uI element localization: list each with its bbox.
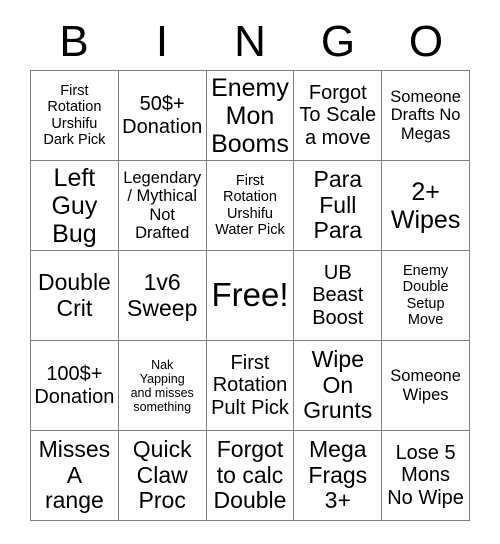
bingo-header-letter-i: I	[155, 17, 169, 66]
bingo-cell-text: Forgot to calc Double	[213, 435, 287, 514]
bingo-cell-text: Misses A range	[38, 435, 111, 514]
bingo-cell-text: Someone Wipes	[390, 367, 461, 404]
bingo-cell-text: 2+ Wipes	[390, 177, 461, 234]
bingo-cell[interactable]: Quick Claw Proc	[118, 431, 207, 521]
bingo-cell-text: Enemy Mon Booms	[211, 73, 289, 158]
bingo-cell-text: Quick Claw Proc	[132, 435, 192, 514]
bingo-grid: First Rotation Urshifu Dark Pick 50$+ Don…	[30, 70, 470, 521]
bingo-cell-text: First Rotation Urshifu Dark Pick	[43, 83, 106, 148]
bingo-cell-text: Someone Drafts No Megas	[390, 87, 461, 143]
bingo-header-letter-g: G	[320, 17, 356, 66]
bingo-cell[interactable]: 1v6 Sweep	[118, 251, 207, 341]
bingo-cell-text: Forgot To Scale a move	[299, 81, 377, 149]
bingo-cell[interactable]: Nak Yapping and misses something	[118, 341, 207, 431]
bingo-cell[interactable]: Misses A range	[31, 431, 119, 521]
bingo-cell-text: Left Guy Bug	[51, 163, 98, 248]
bingo-cell[interactable]: 50$+ Donation	[118, 71, 207, 161]
bingo-header-letter-b: B	[59, 17, 89, 66]
bingo-cell-text: Enemy Double Setup Move	[402, 263, 449, 328]
bingo-cell-text: Legendary / Mythical Not Drafted	[123, 168, 202, 242]
bingo-cell-text: Para Full Para	[313, 165, 363, 244]
bingo-cell[interactable]: Wipe On Grunts	[294, 341, 383, 431]
bingo-cell-text: UB Beast Boost	[312, 261, 364, 329]
bingo-cell-text: 50$+ Donation	[122, 93, 203, 138]
bingo-cell[interactable]: Lose 5 Mons No Wipe	[382, 431, 470, 521]
bingo-cell[interactable]: First Rotation Pult Pick	[206, 341, 295, 431]
bingo-cell[interactable]: Enemy Double Setup Move	[382, 251, 470, 341]
bingo-cell-free[interactable]: Free!	[206, 251, 295, 341]
bingo-cell[interactable]: First Rotation Urshifu Water Pick	[206, 161, 295, 251]
bingo-cell[interactable]: 100$+ Donation	[31, 341, 119, 431]
bingo-cell-text: Free!	[211, 276, 289, 314]
bingo-card: B I N G O First Rotation Urshifu Dark Pi…	[0, 0, 500, 544]
bingo-cell[interactable]: Forgot to calc Double	[206, 431, 295, 521]
bingo-cell-text: First Rotation Pult Pick	[211, 351, 289, 419]
bingo-header-letter-o: O	[408, 17, 444, 66]
bingo-cell[interactable]: Someone Wipes	[382, 341, 470, 431]
bingo-cell[interactable]: Enemy Mon Booms	[206, 71, 295, 161]
bingo-cell[interactable]: Mega Frags 3+	[294, 431, 383, 521]
bingo-cell[interactable]: Left Guy Bug	[31, 161, 119, 251]
bingo-header: B I N G O	[30, 14, 470, 70]
bingo-cell[interactable]: Someone Drafts No Megas	[382, 71, 470, 161]
bingo-cell[interactable]: 2+ Wipes	[382, 161, 470, 251]
bingo-cell-text: Lose 5 Mons No Wipe	[387, 441, 464, 509]
bingo-cell-text: Nak Yapping and misses something	[130, 357, 194, 414]
bingo-cell-text: Mega Frags 3+	[308, 435, 368, 514]
bingo-cell[interactable]: Para Full Para	[294, 161, 383, 251]
bingo-cell[interactable]: Legendary / Mythical Not Drafted	[118, 161, 207, 251]
bingo-cell-text: Double Crit	[37, 268, 111, 321]
bingo-cell-text: First Rotation Urshifu Water Pick	[215, 173, 285, 238]
bingo-cell-text: 100$+ Donation	[34, 363, 115, 408]
bingo-cell-text: Wipe On Grunts	[303, 345, 373, 424]
bingo-cell[interactable]: Forgot To Scale a move	[294, 71, 383, 161]
bingo-header-letter-n: N	[234, 17, 266, 66]
bingo-cell[interactable]: UB Beast Boost	[294, 251, 383, 341]
bingo-cell[interactable]: First Rotation Urshifu Dark Pick	[31, 71, 119, 161]
bingo-cell[interactable]: Double Crit	[31, 251, 119, 341]
bingo-cell-text: 1v6 Sweep	[127, 268, 198, 321]
